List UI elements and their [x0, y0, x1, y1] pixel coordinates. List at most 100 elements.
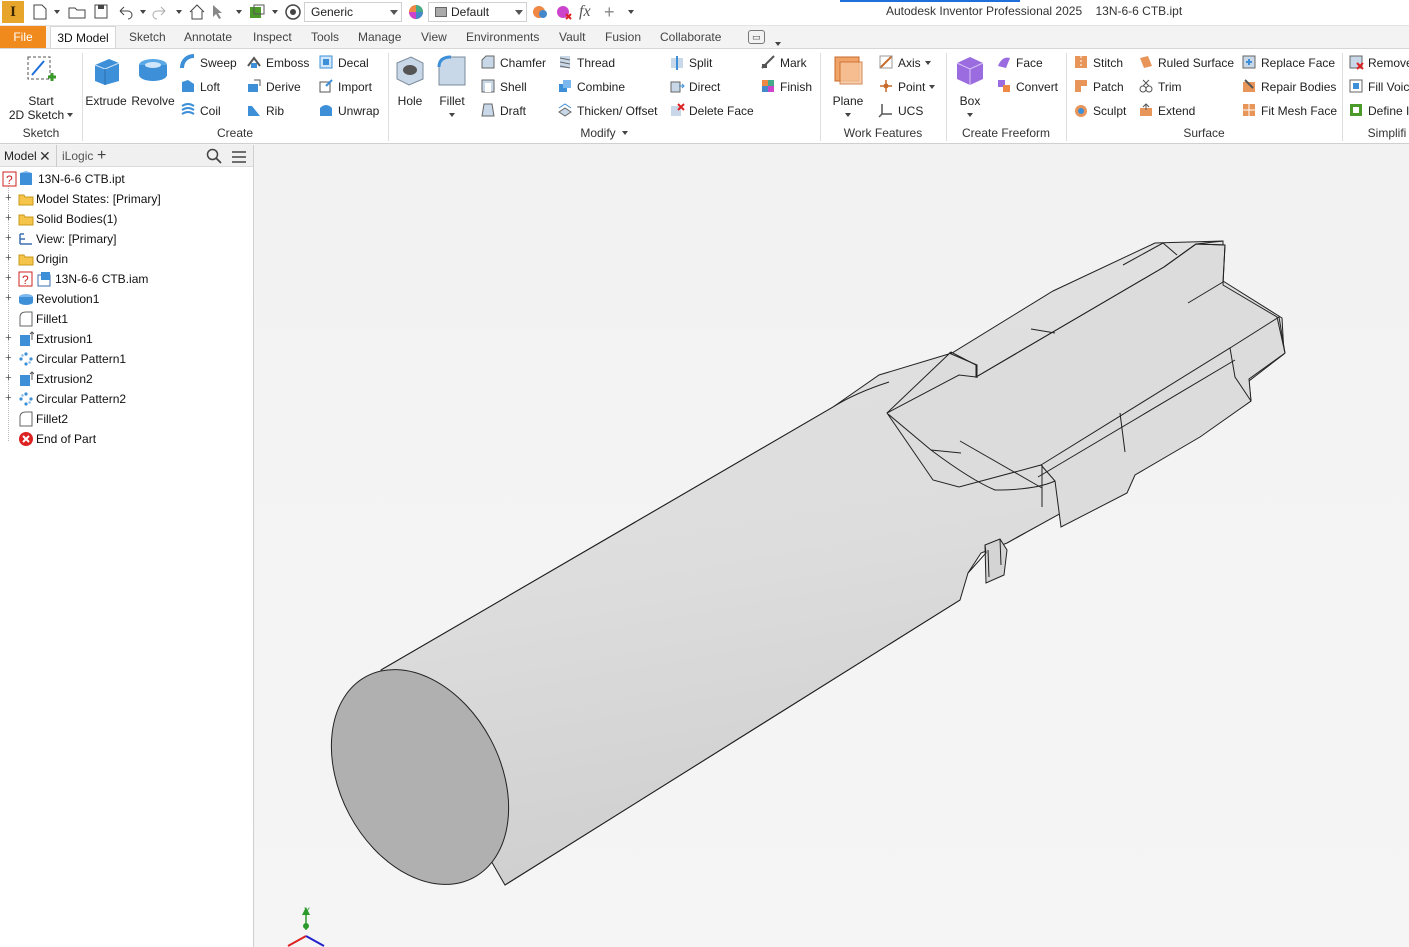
appearance-icon[interactable] [284, 3, 302, 21]
plane-dropdown-icon[interactable] [826, 108, 870, 122]
expand-icon[interactable]: + [4, 213, 13, 224]
remove-features-button[interactable]: Remove [1348, 53, 1409, 73]
tab-vault[interactable]: Vault [555, 26, 589, 48]
color-wheel-icon[interactable] [407, 3, 425, 21]
shell-button[interactable]: Shell [480, 77, 527, 97]
start-2d-sketch-button[interactable]: Start 2D Sketch [8, 51, 74, 122]
fit-mesh-face-button[interactable]: Fit Mesh Face [1241, 101, 1337, 121]
browser-node[interactable]: + Origin [0, 249, 253, 269]
sweep-button[interactable]: Sweep [180, 53, 237, 73]
decal-button[interactable]: Decal [318, 53, 369, 73]
graphics-viewport[interactable]: Y [255, 145, 1409, 947]
fillet-button[interactable]: Fillet [432, 51, 472, 122]
parameters-icon[interactable]: fx [579, 3, 591, 21]
browser-node[interactable]: + Solid Bodies(1) [0, 209, 253, 229]
unwrap-button[interactable]: Unwrap [318, 101, 379, 121]
tab-manage[interactable]: Manage [354, 26, 405, 48]
extrude-button[interactable]: Extrude [84, 51, 128, 108]
adjust-appearance-icon[interactable] [531, 3, 549, 21]
browser-node[interactable]: + Extrusion1 [0, 329, 253, 349]
ucs-button[interactable]: UCS [878, 101, 923, 121]
browser-node[interactable]: + Extrusion2 [0, 369, 253, 389]
browser-node[interactable]: Fillet2 [0, 409, 253, 429]
delete-face-button[interactable]: Delete Face [669, 101, 754, 121]
tab-3d-model[interactable]: 3D Model [50, 26, 116, 48]
clear-appearance-icon[interactable] [555, 3, 573, 21]
undo-icon[interactable] [116, 3, 134, 21]
add-browser-tab-icon[interactable]: + [97, 145, 106, 167]
loft-button[interactable]: Loft [180, 77, 220, 97]
face-button[interactable]: Face [996, 53, 1043, 73]
tab-fusion[interactable]: Fusion [601, 26, 645, 48]
trim-button[interactable]: Trim [1138, 77, 1182, 97]
tab-annotate[interactable]: Annotate [180, 26, 236, 48]
sculpt-button[interactable]: Sculpt [1073, 101, 1126, 121]
tab-file[interactable]: File [0, 26, 46, 48]
thread-button[interactable]: Thread [557, 53, 615, 73]
expand-icon[interactable]: + [4, 273, 13, 284]
update-icon[interactable] [248, 3, 266, 21]
add-icon[interactable]: + [604, 3, 615, 21]
convert-button[interactable]: Convert [996, 77, 1058, 97]
search-icon[interactable] [206, 148, 222, 170]
point-button[interactable]: Point [878, 77, 936, 97]
open-icon[interactable] [68, 3, 86, 21]
update-dropdown-icon[interactable] [268, 3, 278, 21]
browser-node[interactable]: + View: [Primary] [0, 229, 253, 249]
revolve-button[interactable]: Revolve [130, 51, 176, 108]
define-envelopes-button[interactable]: Define I [1348, 101, 1409, 121]
expand-icon[interactable]: + [4, 333, 13, 344]
hole-button[interactable]: Hole [390, 51, 430, 108]
browser-node[interactable]: +? 13N-6-6 CTB.iam [0, 269, 253, 289]
tab-collaborate[interactable]: Collaborate [656, 26, 725, 48]
tab-inspect[interactable]: Inspect [249, 26, 296, 48]
expand-icon[interactable]: + [4, 253, 13, 264]
fillet-dropdown-icon[interactable] [432, 108, 472, 122]
import-button[interactable]: Import [318, 77, 372, 97]
split-button[interactable]: Split [669, 53, 712, 73]
save-icon[interactable] [93, 3, 109, 21]
tab-view[interactable]: View [417, 26, 451, 48]
customize-quick-access-icon[interactable] [624, 3, 634, 21]
expand-icon[interactable]: + [4, 233, 13, 244]
tab-tools[interactable]: Tools [307, 26, 343, 48]
home-icon[interactable] [188, 3, 206, 21]
expand-icon[interactable]: + [4, 373, 13, 384]
browser-node[interactable]: + Revolution1 [0, 289, 253, 309]
stitch-button[interactable]: Stitch [1073, 53, 1123, 73]
browser-node[interactable]: + Circular Pattern2 [0, 389, 253, 409]
inventor-logo[interactable]: I [2, 1, 24, 23]
appearance-combo[interactable]: Default [428, 2, 527, 22]
material-combo[interactable]: Generic [304, 2, 402, 22]
browser-node[interactable]: + Model States: [Primary] [0, 189, 253, 209]
thicken-offset-button[interactable]: Thicken/ Offset [557, 101, 657, 121]
repair-bodies-button[interactable]: Repair Bodies [1241, 77, 1336, 97]
select-dropdown-icon[interactable] [232, 3, 242, 21]
draft-button[interactable]: Draft [480, 101, 526, 121]
undo-dropdown-icon[interactable] [136, 3, 146, 21]
fill-voids-button[interactable]: Fill Voic [1348, 77, 1409, 97]
browser-node[interactable]: Fillet1 [0, 309, 253, 329]
tab-environments[interactable]: Environments [462, 26, 543, 48]
derive-button[interactable]: Derive [246, 77, 301, 97]
plane-button[interactable]: Plane [826, 51, 870, 122]
extend-button[interactable]: Extend [1138, 101, 1195, 121]
mark-button[interactable]: Mark [760, 53, 807, 73]
panel-title-modify[interactable]: Modify [388, 126, 820, 140]
combine-button[interactable]: Combine [557, 77, 625, 97]
redo-dropdown-icon[interactable] [172, 3, 182, 21]
tab-model[interactable]: Model [4, 145, 37, 167]
panel-display-toggle-icon[interactable]: ▭ [748, 30, 765, 44]
expand-icon[interactable]: + [4, 193, 13, 204]
emboss-button[interactable]: Emboss [246, 53, 309, 73]
new-dropdown-icon[interactable] [50, 3, 60, 21]
replace-face-button[interactable]: Replace Face [1241, 53, 1335, 73]
new-file-icon[interactable] [32, 3, 48, 21]
finish-button[interactable]: Finish [760, 77, 812, 97]
expand-icon[interactable]: + [4, 293, 13, 304]
tab-sketch[interactable]: Sketch [125, 26, 170, 48]
tab-ilogic[interactable]: iLogic [62, 145, 93, 167]
patch-button[interactable]: Patch [1073, 77, 1124, 97]
redo-icon[interactable] [151, 3, 169, 21]
menu-icon[interactable] [231, 149, 247, 171]
